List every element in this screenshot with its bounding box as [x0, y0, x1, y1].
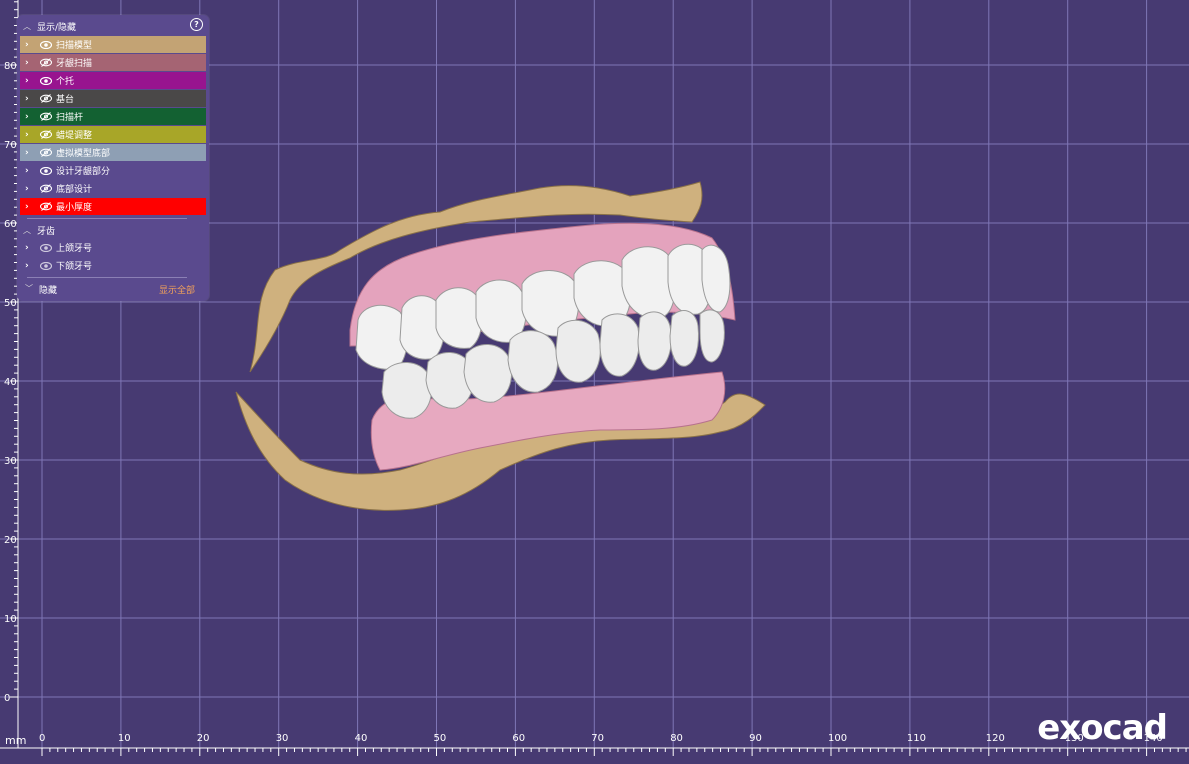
unit-label: mm: [5, 734, 27, 747]
eye-off-icon[interactable]: [39, 58, 53, 68]
show-all-button[interactable]: 显示全部: [159, 283, 195, 296]
chevron-right-icon[interactable]: ›: [25, 112, 35, 122]
layer-item-label: 扫描模型: [56, 41, 93, 51]
chevron-right-icon[interactable]: ›: [25, 130, 35, 140]
x-tick-label: 120: [986, 733, 1005, 744]
eye-icon[interactable]: [39, 243, 53, 253]
divider: [27, 218, 187, 219]
y-tick-label: 60: [4, 219, 17, 230]
y-tick-label: 70: [4, 140, 17, 151]
chevron-up-icon: ︿: [23, 21, 31, 31]
display-section-title: 显示/隐藏: [37, 22, 77, 33]
y-axis-ticks: 80 70 60 50 40 30 20 10 0: [4, 0, 19, 748]
eye-icon[interactable]: [39, 76, 53, 86]
teeth-item-label: 上颌牙号: [56, 244, 93, 254]
x-tick-label: 100: [828, 733, 847, 744]
teeth-item[interactable]: › 下颌牙号: [20, 257, 206, 274]
x-tick-label: 70: [591, 733, 604, 744]
y-tick-label: 40: [4, 377, 17, 388]
eye-off-icon[interactable]: [39, 148, 53, 158]
teeth-item-label: 下颌牙号: [56, 262, 93, 272]
x-tick-label: 30: [276, 733, 289, 744]
x-tick-label: 60: [512, 733, 525, 744]
y-tick-label: 0: [4, 693, 10, 704]
chevron-right-icon[interactable]: ›: [25, 243, 35, 253]
layer-item-label: 底部设计: [56, 185, 93, 195]
layer-item-label: 扫描杆: [56, 113, 84, 123]
chevron-right-icon[interactable]: ›: [25, 40, 35, 50]
x-tick-label: 40: [355, 733, 368, 744]
layer-item[interactable]: › 设计牙龈部分: [20, 162, 206, 179]
x-tick-label: 50: [434, 733, 447, 744]
chevron-right-icon[interactable]: ›: [25, 166, 35, 176]
layer-item[interactable]: › 虚拟模型底部: [20, 144, 206, 161]
x-tick-label: 90: [749, 733, 762, 744]
y-tick-label: 30: [4, 456, 17, 467]
layer-item-label: 牙龈扫描: [56, 59, 93, 69]
layer-item[interactable]: › 个托: [20, 72, 206, 89]
display-panel[interactable]: ︿ 显示/隐藏 ? › 扫描模型 › 牙龈扫描 › 个托 › 基台 › 扫描杆 › 蜡堤调整 › 虚拟模型…: [17, 15, 209, 301]
y-tick-label: 10: [4, 614, 17, 625]
chevron-right-icon[interactable]: ›: [25, 148, 35, 158]
layer-item[interactable]: › 扫描杆: [20, 108, 206, 125]
eye-off-icon[interactable]: [39, 112, 53, 122]
layer-item-label: 设计牙龈部分: [56, 167, 111, 177]
y-tick-label: 50: [4, 298, 17, 309]
chevron-right-icon[interactable]: ›: [25, 184, 35, 194]
layer-item[interactable]: › 底部设计: [20, 180, 206, 197]
layer-item-label: 个托: [56, 77, 75, 87]
layer-item[interactable]: › 最小厚度: [20, 198, 206, 215]
x-tick-label: 20: [197, 733, 210, 744]
y-tick-label: 20: [4, 535, 17, 546]
eye-off-icon[interactable]: [39, 184, 53, 194]
question-circle-icon[interactable]: ?: [190, 18, 203, 31]
eye-off-icon[interactable]: [39, 130, 53, 140]
eye-off-icon[interactable]: [39, 94, 53, 104]
divider: [27, 277, 187, 278]
y-tick-label: 80: [4, 61, 17, 72]
chevron-right-icon[interactable]: ›: [25, 202, 35, 212]
chevron-right-icon[interactable]: ›: [25, 58, 35, 68]
eye-off-icon[interactable]: [39, 202, 53, 212]
teeth-section-header[interactable]: ︿ 牙齿: [17, 221, 209, 239]
layer-item-label: 最小厚度: [56, 203, 93, 213]
x-tick-label: 0: [39, 733, 45, 744]
exocad-logo: exocad: [1037, 708, 1168, 748]
teeth-item[interactable]: › 上颌牙号: [20, 239, 206, 256]
layer-item-label: 虚拟模型底部: [56, 149, 111, 159]
layer-item-label: 蜡堤调整: [56, 131, 93, 141]
x-tick-label: 110: [907, 733, 926, 744]
x-tick-label: 80: [670, 733, 683, 744]
chevron-right-icon[interactable]: ›: [25, 94, 35, 104]
display-section-header[interactable]: ︿ 显示/隐藏: [17, 17, 209, 35]
chevron-right-icon[interactable]: ›: [25, 261, 35, 271]
dental-model-3d[interactable]: [235, 181, 766, 511]
chevron-down-icon[interactable]: ﹀: [25, 283, 33, 294]
layer-item[interactable]: › 扫描模型: [20, 36, 206, 53]
layer-item[interactable]: › 牙龈扫描: [20, 54, 206, 71]
hidden-section-title: 隐藏: [39, 286, 58, 296]
x-tick-label: 10: [118, 733, 131, 744]
chevron-up-icon: ︿: [23, 225, 31, 235]
eye-icon[interactable]: [39, 261, 53, 271]
layer-item[interactable]: › 蜡堤调整: [20, 126, 206, 143]
eye-icon[interactable]: [39, 166, 53, 176]
chevron-right-icon[interactable]: ›: [25, 76, 35, 86]
teeth-section-title: 牙齿: [37, 226, 56, 237]
layer-item-label: 基台: [56, 95, 75, 105]
eye-icon[interactable]: [39, 40, 53, 50]
layer-item[interactable]: › 基台: [20, 90, 206, 107]
